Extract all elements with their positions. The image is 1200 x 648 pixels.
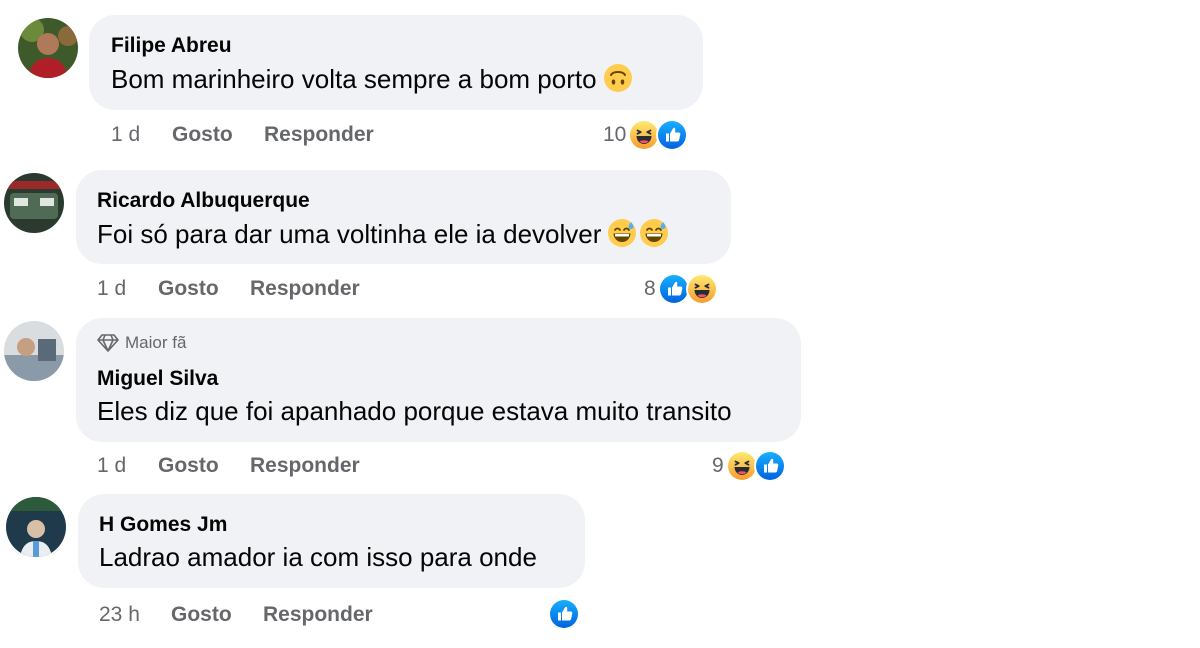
reply-button[interactable]: Responder (250, 277, 360, 301)
haha-icon (725, 450, 758, 482)
like-button[interactable]: Gosto (171, 603, 232, 627)
avatar[interactable] (6, 497, 66, 557)
reaction-summary[interactable]: 9 (712, 449, 786, 483)
like-icon (657, 273, 690, 305)
reply-button[interactable]: Responder (263, 603, 373, 627)
haha-icon (685, 273, 718, 305)
reaction-count: 8 (644, 277, 656, 300)
grinning-sweat-icon (607, 218, 637, 248)
comment-author[interactable]: H Gomes Jm (99, 513, 227, 537)
comment-text-content: Eles diz que foi apanhado porque estava … (97, 396, 732, 426)
reaction-summary[interactable] (548, 597, 580, 631)
comment-timestamp[interactable]: 1 d (97, 277, 126, 301)
avatar[interactable] (4, 173, 64, 233)
comment-timestamp[interactable]: 23 h (99, 603, 140, 627)
avatar[interactable] (4, 321, 64, 381)
top-fan-label: Maior fã (125, 333, 187, 352)
comment-bubble (78, 494, 585, 588)
comment-text: Ladrao amador ia com isso para onde (99, 542, 537, 573)
comment-author[interactable]: Ricardo Albuquerque (97, 189, 310, 213)
like-button[interactable]: Gosto (172, 123, 233, 147)
upside-down-face-icon (603, 63, 633, 93)
like-icon (656, 119, 689, 151)
grinning-sweat-icon (639, 218, 669, 248)
reply-button[interactable]: Responder (264, 123, 374, 147)
comment-timestamp[interactable]: 1 d (111, 123, 140, 147)
like-icon (753, 450, 786, 482)
comment-text: Bom marinheiro volta sempre a bom porto (111, 63, 633, 95)
reply-button[interactable]: Responder (250, 454, 360, 478)
comment-text: Foi só para dar uma voltinha ele ia devo… (97, 218, 669, 250)
comment-timestamp[interactable]: 1 d (97, 454, 126, 478)
comment-author[interactable]: Miguel Silva (97, 367, 218, 391)
comment-text: Eles diz que foi apanhado porque estava … (97, 396, 732, 427)
diamond-icon (97, 334, 119, 352)
like-button[interactable]: Gosto (158, 277, 219, 301)
top-fan-badge: Maior fã (97, 333, 186, 353)
comment-text-content: Ladrao amador ia com isso para onde (99, 542, 537, 572)
comment-text-content: Foi só para dar uma voltinha ele ia devo… (97, 219, 602, 249)
comment-author[interactable]: Filipe Abreu (111, 34, 232, 58)
like-icon (548, 598, 580, 630)
avatar[interactable] (18, 18, 78, 78)
reaction-count: 9 (712, 454, 724, 477)
reaction-summary[interactable]: 10 (603, 118, 689, 152)
reaction-count: 10 (603, 123, 627, 146)
reaction-summary[interactable]: 8 (644, 272, 718, 306)
like-button[interactable]: Gosto (158, 454, 219, 478)
comment-text-content: Bom marinheiro volta sempre a bom porto (111, 64, 597, 94)
